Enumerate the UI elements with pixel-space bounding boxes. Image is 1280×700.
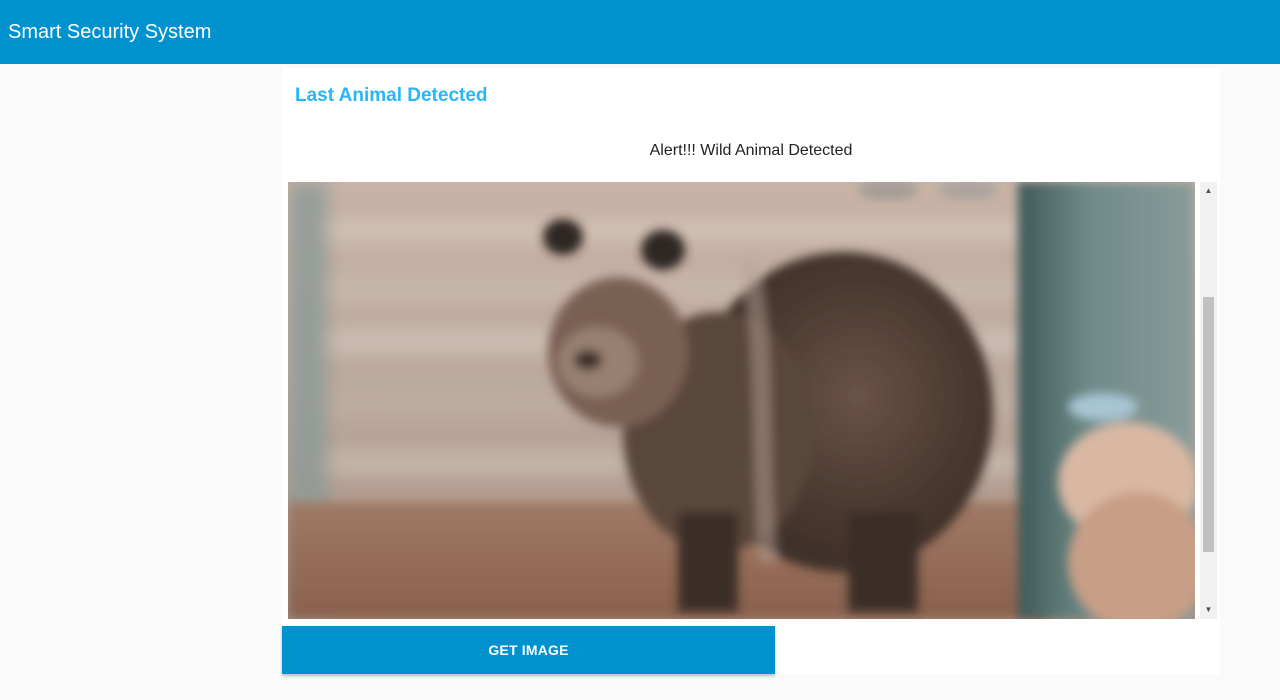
- scroll-down-icon[interactable]: ▼: [1200, 603, 1217, 617]
- get-image-button[interactable]: GET IMAGE: [282, 626, 775, 674]
- app-bar: Smart Security System: [0, 0, 1280, 64]
- alert-message: Alert!!! Wild Animal Detected: [649, 142, 853, 159]
- detection-card: Last Animal Detected Alert!!! Wild Anima…: [282, 68, 1220, 674]
- scroll-thumb[interactable]: [1203, 297, 1214, 552]
- app-title: Smart Security System: [8, 20, 212, 43]
- detected-animal-image: [288, 182, 1195, 619]
- card-heading: Last Animal Detected: [295, 85, 488, 106]
- scroll-up-icon[interactable]: ▲: [1200, 184, 1217, 198]
- image-scrollbar[interactable]: ▲ ▼: [1200, 182, 1217, 619]
